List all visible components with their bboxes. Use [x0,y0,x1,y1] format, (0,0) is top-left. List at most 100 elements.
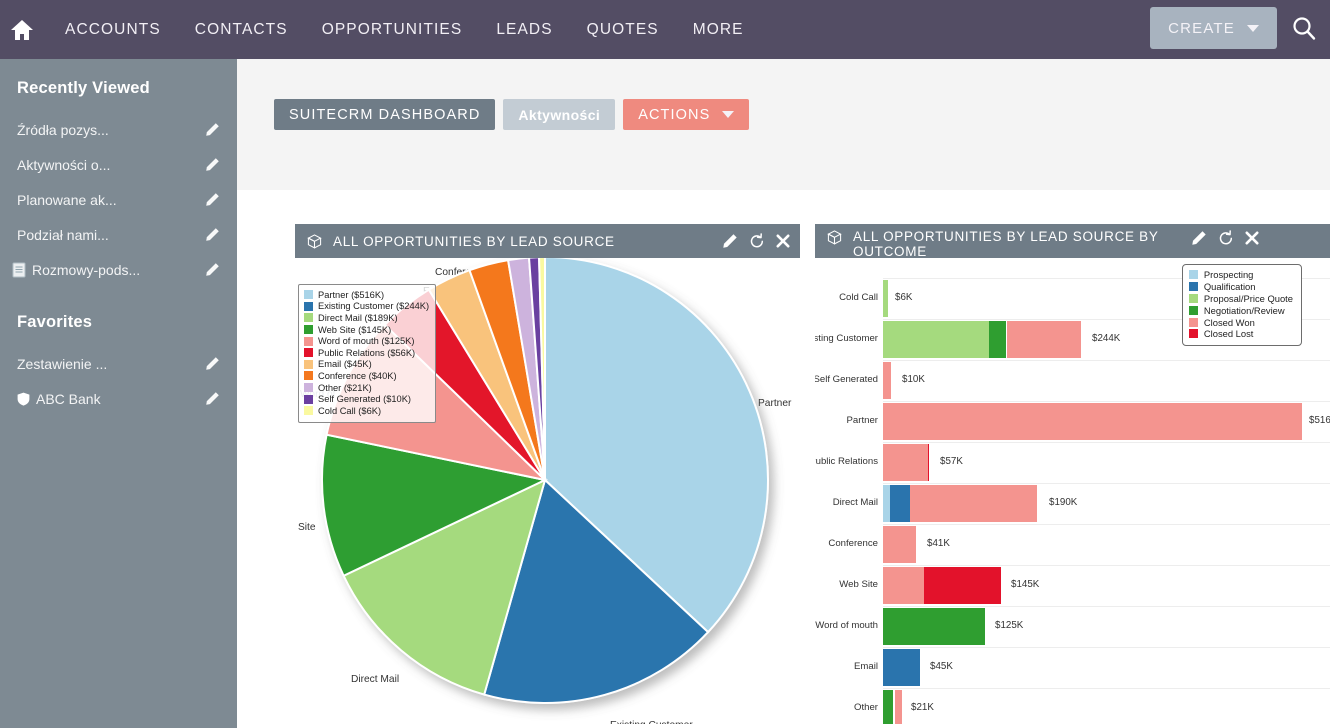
bar-segment-closed-won [883,444,928,481]
item-label: Aktywności o... [17,157,205,173]
close-icon[interactable] [776,234,790,248]
edit-pencil-icon[interactable] [205,391,220,406]
edit-pencil-icon[interactable] [205,122,220,137]
bar-row[interactable]: Partner $516K [815,403,1330,440]
bar-row[interactable]: Self Generated $10K [815,362,1330,399]
recently-viewed-item[interactable]: Aktywności o... [0,147,237,182]
bar-category-label: Other [854,702,878,713]
item-label: Podział nami... [17,227,205,243]
cube-icon [827,230,842,245]
bar-category-label: Web Site [839,579,878,590]
edit-pencil-icon[interactable] [205,192,220,207]
legend-label: Closed Won [1204,317,1255,328]
item-label: Zestawienie ... [17,356,205,372]
main-content-area: SUITECRM DASHBOARD Aktywności ACTIONS AL… [237,59,1330,728]
legend-item: Direct Mail ($189K) [304,312,429,324]
bar-category-label: Word of mouth [815,620,878,631]
bar-segment-closed-lost [928,444,930,481]
nav-link-leads[interactable]: LEADS [479,21,569,39]
recently-viewed-item[interactable]: Planowane ak... [0,182,237,217]
bar-value-label: $145K [1011,579,1039,590]
bar-value-label: $244K [1092,333,1120,344]
recently-viewed-item[interactable]: Rozmowy-pods... [0,252,237,287]
gridline [883,606,1330,607]
bar-row[interactable]: Other $21K [815,690,1330,724]
bar-category-label: Partner [847,415,878,426]
legend-label: Other ($21K) [318,383,372,393]
nav-link-accounts[interactable]: ACCOUNTS [48,21,178,39]
edit-pencil-icon[interactable] [205,227,220,242]
bar-category-label: Existing Customer [815,333,878,344]
home-icon[interactable] [10,19,34,41]
cube-icon [307,234,322,249]
bar-segment-closed-won [883,567,924,604]
recently-viewed-item[interactable]: Źródła pozys... [0,112,237,147]
nav-link-more[interactable]: MORE [676,21,761,39]
gridline [883,442,1330,443]
legend-label: Qualification [1204,281,1256,292]
recently-viewed-item[interactable]: Podział nami... [0,217,237,252]
edit-icon[interactable] [722,233,738,249]
tab-aktywnosci[interactable]: Aktywności [503,99,615,130]
legend-item: Cold Call ($6K) [304,405,429,417]
bar-segment-closed-lost [924,567,1001,604]
tab-suitecrm-dashboard[interactable]: SUITECRM DASHBOARD [274,99,495,130]
refresh-icon[interactable] [1218,230,1234,246]
legend-item: Closed Won [1189,316,1293,328]
refresh-icon[interactable] [749,233,765,249]
bar-legend: Prospecting Qualification Proposal/Price… [1182,264,1302,346]
bar-row[interactable]: Direct Mail $190K [815,485,1330,522]
legend-item: Proposal/Price Quote [1189,293,1293,305]
bar-row[interactable]: Public Relations $57K [815,444,1330,481]
nav-link-contacts[interactable]: CONTACTS [178,21,305,39]
legend-swatch [1189,318,1198,327]
edit-pencil-icon[interactable] [205,157,220,172]
legend-swatch [304,383,313,392]
edit-icon[interactable] [1191,230,1207,246]
bar-category-label: Email [854,661,878,672]
nav-link-opportunities[interactable]: OPPORTUNITIES [305,21,480,39]
dashlet-tools [1191,230,1259,246]
gridline [883,688,1330,689]
legend-label: Self Generated ($10K) [318,394,411,404]
edit-pencil-icon[interactable] [205,356,220,371]
bar-row[interactable]: Word of mouth $125K [815,608,1330,645]
legend-swatch [304,337,313,346]
dashlet-all-opportunities-by-lead-source: ALL OPPORTUNITIES BY LEAD SOURCE [295,224,800,724]
close-icon[interactable] [1245,231,1259,245]
item-label: Źródła pozys... [17,122,205,138]
search-icon[interactable] [1291,15,1318,42]
bar-row[interactable]: Conference $41K [815,526,1330,563]
legend-label: Cold Call ($6K) [318,406,381,416]
nav-link-quotes[interactable]: QUOTES [570,21,676,39]
favorite-item[interactable]: ABC Bank [0,381,237,416]
bar-row[interactable]: Web Site $145K [815,567,1330,604]
gridline [883,483,1330,484]
pie-chart: Conference Email Public Relations Word o… [295,258,800,724]
dashlet-header: ALL OPPORTUNITIES BY LEAD SOURCE [295,224,800,258]
gridline [883,565,1330,566]
actions-label: ACTIONS [638,107,710,123]
bar-category-label: Public Relations [815,456,878,467]
create-button-label: CREATE [1168,20,1235,37]
favorite-item[interactable]: Zestawienie ... [0,346,237,381]
dashlet-all-opportunities-by-lead-source-by-outcome: ALL OPPORTUNITIES BY LEAD SOURCE BY OUTC… [815,224,1330,724]
legend-label: Prospecting [1204,269,1254,280]
create-button[interactable]: CREATE [1150,7,1277,49]
recently-viewed-title: Recently Viewed [0,59,237,110]
legend-swatch [304,302,313,311]
bar-segment-closed-won [883,526,916,563]
legend-item: Self Generated ($10K) [304,393,429,405]
bar-segment-closed-won [910,485,1038,522]
bar-segment-closed-won [1007,321,1082,358]
bar-category-label: Cold Call [839,292,878,303]
legend-swatch [1189,294,1198,303]
edit-pencil-icon[interactable] [205,262,220,277]
legend-label: Conference ($40K) [318,371,397,381]
bar-segment-closed-won [883,403,1302,440]
legend-item: Existing Customer ($244K) [304,301,429,313]
actions-dropdown-button[interactable]: ACTIONS [623,99,749,130]
legend-item: Public Relations ($56K) [304,347,429,359]
bar-row[interactable]: Email $45K [815,649,1330,686]
bar-category-label: Self Generated [815,374,878,385]
